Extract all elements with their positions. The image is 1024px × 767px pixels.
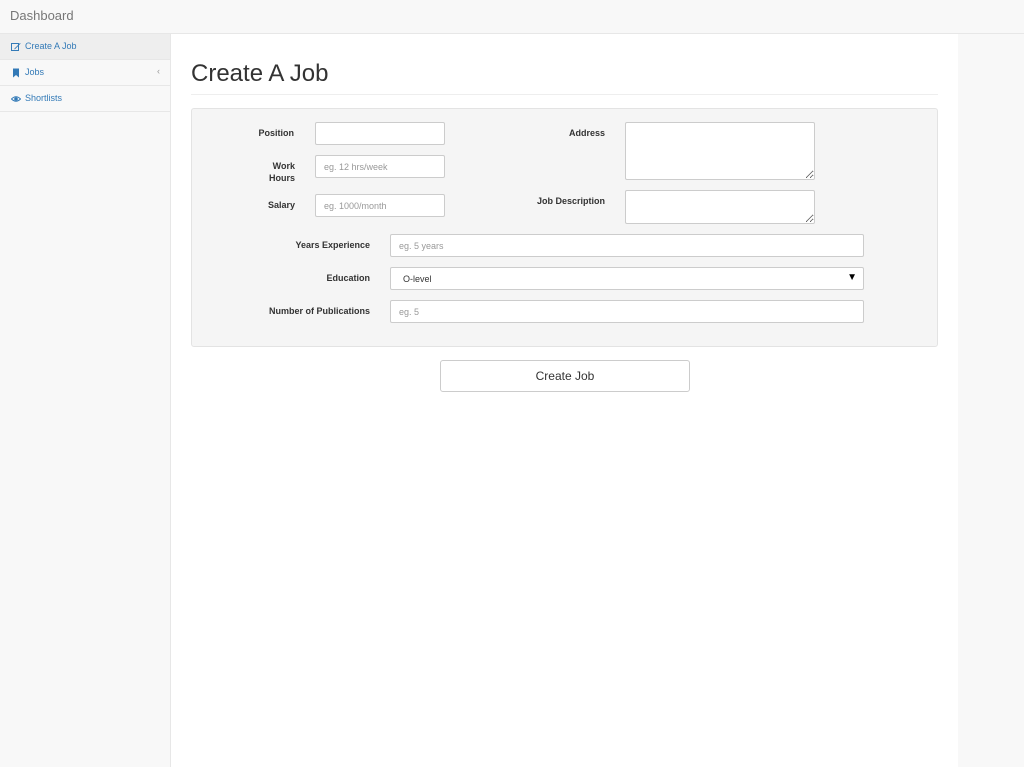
- work-hours-label-line1: Work: [272, 161, 295, 171]
- publications-input[interactable]: [390, 300, 864, 323]
- job-description-label: Job Description: [536, 196, 605, 206]
- position-label: Position: [258, 128, 295, 138]
- job-description-textarea[interactable]: [625, 190, 815, 224]
- sidebar-item-shortlists[interactable]: Shortlists: [0, 86, 170, 112]
- job-form-panel: Position Work Hours Salary Address Job D…: [191, 108, 938, 347]
- publications-label: Number of Publications: [268, 306, 370, 316]
- sidebar-item-label: Jobs: [25, 67, 45, 77]
- main-content: Create A Job Position Work Hours Salary …: [170, 34, 958, 767]
- work-hours-label-line2: Hours: [268, 173, 295, 183]
- eye-icon: [11, 96, 21, 102]
- position-input[interactable]: [315, 122, 445, 145]
- sidebar-item-jobs[interactable]: Jobs ‹: [0, 60, 170, 86]
- caret-down-icon: ▼: [847, 272, 857, 283]
- address-label: Address: [568, 128, 605, 138]
- top-navbar: Dashboard: [0, 0, 1024, 34]
- sidebar-item-label: Create A Job: [25, 41, 77, 51]
- education-selected-value: O-level: [403, 274, 432, 284]
- create-job-button[interactable]: Create Job: [440, 360, 690, 392]
- work-hours-label: Work Hours: [232, 160, 295, 184]
- bookmark-icon: [13, 68, 19, 78]
- page-title: Create A Job: [191, 60, 329, 87]
- salary-input[interactable]: [315, 194, 445, 217]
- education-select[interactable]: O-level ▼: [390, 267, 864, 290]
- salary-label: Salary: [267, 200, 295, 210]
- brand-link[interactable]: Dashboard: [10, 8, 74, 23]
- years-experience-label: Years Experience: [295, 240, 370, 250]
- work-hours-input[interactable]: [315, 155, 445, 178]
- edit-icon: [11, 43, 21, 51]
- address-textarea[interactable]: [625, 122, 815, 180]
- sidebar-item-create-job[interactable]: Create A Job: [0, 34, 170, 60]
- education-label: Education: [326, 273, 370, 283]
- sidebar-item-label: Shortlists: [25, 93, 63, 103]
- chevron-left-icon[interactable]: ‹: [157, 66, 160, 76]
- title-divider: [191, 94, 938, 95]
- sidebar: Create A Job Jobs ‹ Shortlists: [0, 34, 170, 112]
- years-experience-input[interactable]: [390, 234, 864, 257]
